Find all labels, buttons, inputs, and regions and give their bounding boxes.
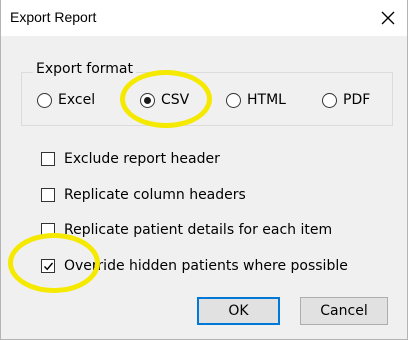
export-report-dialog: Export Report Export format Excel CSV HT… (0, 0, 408, 340)
export-format-legend: Export format (33, 61, 136, 77)
checkbox-label: Replicate patient details for each item (64, 222, 333, 238)
ok-button[interactable]: OK (197, 297, 280, 325)
checkmark-icon (43, 262, 53, 270)
title-bar: Export Report (1, 0, 407, 36)
radio-selected-dot (144, 96, 151, 104)
checkbox-checked[interactable] (41, 259, 55, 273)
radio-circle[interactable] (37, 92, 52, 108)
radio-label: Excel (58, 92, 96, 108)
radio-label: HTML (247, 92, 286, 108)
radio-csv[interactable]: CSV (140, 89, 189, 111)
checkbox-label: Exclude report header (64, 151, 220, 167)
radio-circle[interactable] (226, 92, 241, 108)
checkbox-replicate-column-headers[interactable]: Replicate column headers (41, 184, 246, 206)
radio-circle-selected[interactable] (140, 92, 155, 108)
close-icon (381, 11, 395, 25)
checkbox[interactable] (41, 223, 55, 237)
radio-label: PDF (343, 92, 371, 108)
checkbox-label: Replicate column headers (64, 187, 246, 203)
checkbox[interactable] (41, 188, 55, 202)
cancel-button[interactable]: Cancel (300, 297, 388, 325)
close-button[interactable] (371, 2, 405, 34)
checkbox-override-hidden-patients[interactable]: Override hidden patients where possible (41, 255, 348, 277)
checkbox-label: Override hidden patients where possible (64, 258, 348, 274)
dialog-title: Export Report (10, 9, 97, 25)
radio-excel[interactable]: Excel (37, 89, 95, 111)
radio-html[interactable]: HTML (226, 89, 286, 111)
checkbox[interactable] (41, 152, 55, 166)
checkbox-exclude-report-header[interactable]: Exclude report header (41, 148, 220, 170)
checkbox-replicate-patient-details[interactable]: Replicate patient details for each item (41, 219, 332, 241)
radio-pdf[interactable]: PDF (322, 89, 370, 111)
radio-label: CSV (161, 92, 190, 108)
radio-circle[interactable] (322, 92, 337, 108)
